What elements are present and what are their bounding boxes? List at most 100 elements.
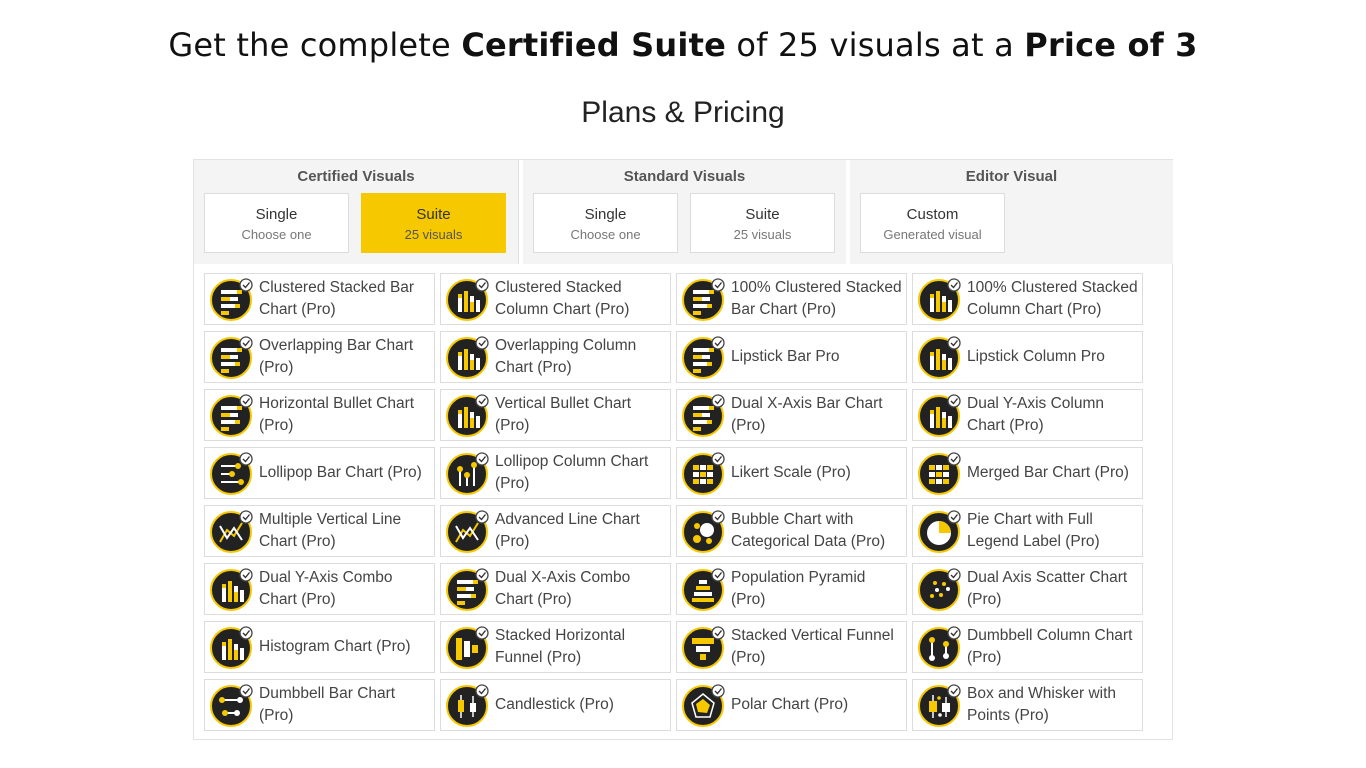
- visual-card[interactable]: Likert Scale (Pro): [676, 447, 907, 499]
- visual-card-label: Dumbbell Column Chart (Pro): [967, 622, 1138, 672]
- visual-card[interactable]: Dumbbell Column Chart (Pro): [912, 621, 1143, 673]
- option-label: Suite: [416, 206, 451, 223]
- standard-suite-option[interactable]: Suite 25 visuals: [690, 193, 835, 253]
- option-sub: Choose one: [570, 227, 641, 242]
- visual-card[interactable]: Merged Bar Chart (Pro): [912, 447, 1143, 499]
- visual-card[interactable]: Candlestick (Pro): [440, 679, 671, 731]
- visual-card[interactable]: Bubble Chart with Categorical Data (Pro): [676, 505, 907, 557]
- headline-bold-1: Certified Suite: [461, 26, 726, 64]
- visual-card[interactable]: Histogram Chart (Pro): [204, 621, 435, 673]
- visual-card-label-text: Box and Whisker with Points (Pro): [967, 685, 1117, 724]
- visual-card-label: Vertical Bullet Chart (Pro): [495, 390, 666, 440]
- plans-title: Plans & Pricing: [581, 96, 785, 129]
- visual-card-label-text: 100% Clustered Stacked Bar Chart (Pro): [731, 279, 902, 318]
- visual-card[interactable]: Box and Whisker with Points (Pro): [912, 679, 1143, 731]
- visual-card[interactable]: 100% Clustered Stacked Column Chart (Pro…: [912, 273, 1143, 325]
- visual-card-label-text: Horizontal Bullet Chart (Pro): [259, 395, 415, 434]
- stacked-horizontal-funnel-icon: [445, 626, 489, 670]
- visual-card-label: Dual Y-Axis Column Chart (Pro): [967, 390, 1138, 440]
- option-label: Custom: [906, 206, 959, 223]
- option-sub: 25 visuals: [404, 227, 463, 242]
- option-sub: Generated visual: [883, 227, 982, 242]
- option-sub: 25 visuals: [733, 227, 792, 242]
- headline-text-1: Get the complete: [168, 26, 462, 64]
- headline-text-2: of 25 visuals at a: [725, 26, 1025, 64]
- visual-card-label-text: Lollipop Bar Chart (Pro): [259, 464, 422, 481]
- visual-card-label: Stacked Horizontal Funnel (Pro): [495, 622, 666, 672]
- visual-card-label-text: Pie Chart with Full Legend Label (Pro): [967, 511, 1100, 550]
- tab-editor-visual[interactable]: Editor Visual Custom Generated visual: [850, 160, 1173, 264]
- visual-card-label-text: Overlapping Bar Chart (Pro): [259, 337, 414, 376]
- certified-suite-option[interactable]: Suite 25 visuals: [361, 193, 506, 253]
- visual-card-label: Dual X-Axis Combo Chart (Pro): [495, 564, 666, 614]
- visual-card-label-text: 100% Clustered Stacked Column Chart (Pro…: [967, 279, 1138, 318]
- visual-card-label: Advanced Line Chart (Pro): [495, 506, 666, 556]
- visual-card[interactable]: Vertical Bullet Chart (Pro): [440, 389, 671, 441]
- visual-card-label: Dual Y-Axis Combo Chart (Pro): [259, 564, 430, 614]
- visual-card-label-text: Likert Scale (Pro): [731, 464, 851, 481]
- visual-card-label: Dumbbell Bar Chart (Pro): [259, 680, 430, 730]
- visual-card[interactable]: Advanced Line Chart (Pro): [440, 505, 671, 557]
- visual-card[interactable]: Multiple Vertical Line Chart (Pro): [204, 505, 435, 557]
- visual-card-label-text: Bubble Chart with Categorical Data (Pro): [731, 511, 886, 550]
- visual-card-label: Multiple Vertical Line Chart (Pro): [259, 506, 430, 556]
- visual-card[interactable]: Polar Chart (Pro): [676, 679, 907, 731]
- visual-card-label: Dual Axis Scatter Chart (Pro): [967, 564, 1138, 614]
- certified-single-option[interactable]: Single Choose one: [204, 193, 349, 253]
- visual-card[interactable]: Stacked Horizontal Funnel (Pro): [440, 621, 671, 673]
- visual-card-label: Likert Scale (Pro): [731, 448, 902, 498]
- visual-card[interactable]: Lipstick Bar Pro: [676, 331, 907, 383]
- visual-card[interactable]: Dual X-Axis Combo Chart (Pro): [440, 563, 671, 615]
- visual-card-label: 100% Clustered Stacked Column Chart (Pro…: [967, 274, 1138, 324]
- visual-card[interactable]: Dual Axis Scatter Chart (Pro): [912, 563, 1143, 615]
- percent-clustered-stacked-bar-icon: [681, 278, 725, 322]
- visual-card[interactable]: Dual Y-Axis Combo Chart (Pro): [204, 563, 435, 615]
- visual-card[interactable]: Stacked Vertical Funnel (Pro): [676, 621, 907, 673]
- visual-card-label-text: Stacked Vertical Funnel (Pro): [731, 627, 894, 666]
- visual-card-label: Population Pyramid (Pro): [731, 564, 902, 614]
- visual-card-label: Overlapping Bar Chart (Pro): [259, 332, 430, 382]
- visual-card[interactable]: Lipstick Column Pro: [912, 331, 1143, 383]
- visual-card-label: Bubble Chart with Categorical Data (Pro): [731, 506, 902, 556]
- visual-card[interactable]: Population Pyramid (Pro): [676, 563, 907, 615]
- visual-card-label-text: Dumbbell Bar Chart (Pro): [259, 685, 396, 724]
- vertical-bullet-icon: [445, 394, 489, 438]
- option-label: Single: [255, 206, 298, 223]
- visual-card[interactable]: Dumbbell Bar Chart (Pro): [204, 679, 435, 731]
- visual-card[interactable]: Lollipop Column Chart (Pro): [440, 447, 671, 499]
- visual-card-label: Merged Bar Chart (Pro): [967, 448, 1138, 498]
- visual-card-label-text: Lollipop Column Chart (Pro): [495, 453, 649, 492]
- visual-card[interactable]: Overlapping Bar Chart (Pro): [204, 331, 435, 383]
- visual-card[interactable]: 100% Clustered Stacked Bar Chart (Pro): [676, 273, 907, 325]
- visual-card[interactable]: Clustered Stacked Column Chart (Pro): [440, 273, 671, 325]
- visual-card[interactable]: Dual Y-Axis Column Chart (Pro): [912, 389, 1143, 441]
- lipstick-column-icon: [917, 336, 961, 380]
- visual-card-label-text: Lipstick Column Pro: [967, 348, 1105, 365]
- visual-card[interactable]: Overlapping Column Chart (Pro): [440, 331, 671, 383]
- headline: Get the complete Certified Suite of 25 v…: [0, 26, 1366, 64]
- dual-y-axis-combo-icon: [209, 568, 253, 612]
- option-sub: Choose one: [241, 227, 312, 242]
- visual-card[interactable]: Dual X-Axis Bar Chart (Pro): [676, 389, 907, 441]
- visual-card-label-text: Histogram Chart (Pro): [259, 638, 411, 655]
- tab-certified-visuals[interactable]: Certified Visuals Single Choose one Suit…: [194, 160, 519, 264]
- visual-card-label-text: Population Pyramid (Pro): [731, 569, 866, 608]
- visual-card[interactable]: Pie Chart with Full Legend Label (Pro): [912, 505, 1143, 557]
- visual-card-label: Clustered Stacked Column Chart (Pro): [495, 274, 666, 324]
- visual-card[interactable]: Clustered Stacked Bar Chart (Pro): [204, 273, 435, 325]
- overlapping-bar-icon: [209, 336, 253, 380]
- standard-single-option[interactable]: Single Choose one: [533, 193, 678, 253]
- tab-standard-visuals[interactable]: Standard Visuals Single Choose one Suite…: [523, 160, 846, 264]
- dual-y-axis-column-icon: [917, 394, 961, 438]
- visual-card-label-text: Vertical Bullet Chart (Pro): [495, 395, 632, 434]
- pie-chart-icon: [917, 510, 961, 554]
- editor-custom-option[interactable]: Custom Generated visual: [860, 193, 1005, 253]
- advanced-line-icon: [445, 510, 489, 554]
- visual-card[interactable]: Lollipop Bar Chart (Pro): [204, 447, 435, 499]
- visual-card-label-text: Merged Bar Chart (Pro): [967, 464, 1129, 481]
- dual-axis-scatter-icon: [917, 568, 961, 612]
- histogram-icon: [209, 626, 253, 670]
- visual-card[interactable]: Horizontal Bullet Chart (Pro): [204, 389, 435, 441]
- visual-card-label-text: Clustered Stacked Bar Chart (Pro): [259, 279, 415, 318]
- visual-card-label: Lipstick Column Pro: [967, 332, 1138, 382]
